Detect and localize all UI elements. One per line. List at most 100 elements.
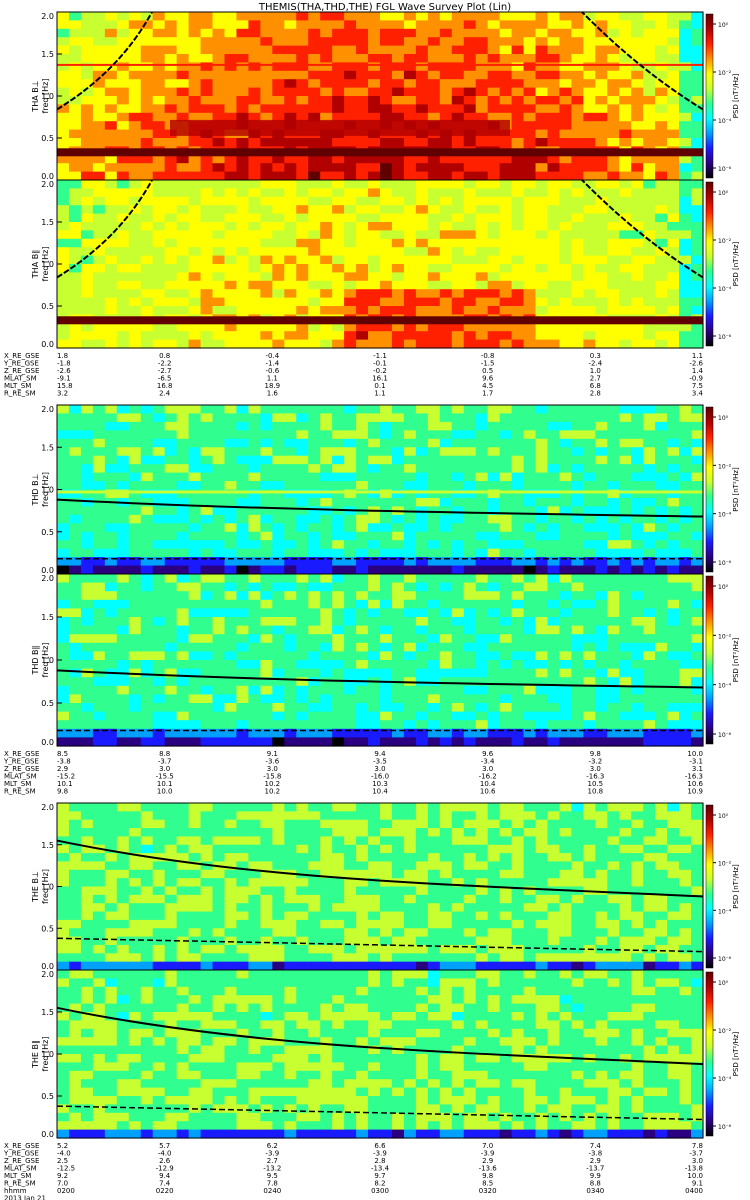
spectrogram-cell — [427, 565, 441, 575]
spectrogram-cell — [368, 514, 381, 524]
spectrogram-cell — [80, 421, 94, 431]
spectrogram-cell — [212, 540, 226, 550]
spectrogram-cell — [511, 87, 525, 97]
spectrogram-cell — [511, 531, 525, 541]
spectrogram-cell — [68, 523, 82, 533]
spectrogram-cell — [320, 188, 333, 198]
spectrogram-cell — [535, 20, 549, 30]
spectrogram-cell — [308, 297, 321, 307]
spectrogram-cell — [224, 936, 238, 946]
spectrogram-cell — [368, 737, 381, 747]
spectrogram-cell — [571, 45, 584, 55]
spectrogram-cell — [260, 180, 273, 189]
spectrogram-cell — [200, 264, 214, 273]
spectrogram-cell — [152, 238, 166, 248]
spectrogram-cell — [571, 87, 584, 97]
spectrogram-cell — [80, 811, 94, 821]
spectrogram-cell — [499, 12, 513, 21]
spectrogram-cell — [188, 642, 202, 652]
spectrogram-cell — [128, 247, 142, 257]
spectrogram-cell — [368, 255, 381, 265]
spectrogram-cell — [380, 205, 393, 215]
spectrogram-cell — [487, 642, 501, 652]
spectrogram-cell — [380, 96, 393, 105]
spectrogram-cell — [487, 37, 501, 47]
spectrogram-cell — [535, 213, 549, 223]
spectrogram-cell — [68, 506, 82, 516]
spectrogram-cell — [236, 264, 249, 273]
spectrogram-cell — [463, 634, 477, 644]
spectrogram-cell — [128, 405, 142, 415]
spectrogram-cell — [57, 861, 70, 871]
spectrogram-cell — [57, 289, 70, 299]
spectrogram-cell — [403, 79, 417, 89]
spectrogram-cell — [320, 591, 333, 601]
spectrogram-cell — [92, 121, 106, 131]
spectrogram-cell — [487, 163, 501, 173]
spectrogram-cell — [68, 819, 82, 829]
spectrogram-cell — [116, 737, 130, 747]
spectrogram-cell — [368, 413, 381, 423]
spectrogram-cell — [511, 497, 525, 507]
spectrogram-cell — [116, 911, 130, 921]
spectrogram-cell — [667, 608, 680, 618]
spectrogram-cell — [547, 430, 561, 440]
spectrogram-cell — [212, 104, 226, 114]
spectrogram-cell — [164, 919, 178, 929]
spectrogram-cell — [57, 685, 70, 695]
spectrogram-cell — [535, 574, 549, 584]
spectrogram-cell — [356, 171, 369, 181]
spectrogram-cell — [236, 903, 249, 913]
spectrogram-cell — [619, 574, 632, 584]
band-line — [57, 316, 703, 325]
spectrogram-cell — [260, 803, 273, 812]
spectrogram-cell — [368, 62, 381, 72]
spectrogram-cell — [463, 703, 477, 713]
spectrogram-cell — [116, 711, 130, 721]
spectrogram-cell — [272, 711, 285, 721]
spectrogram-cell — [415, 213, 429, 223]
spectrogram-cell — [427, 455, 441, 465]
spectrogram-cell — [152, 828, 166, 837]
spectrogram-cell — [320, 685, 333, 695]
spectrogram-cell — [332, 685, 345, 695]
spectrogram-cell — [475, 79, 489, 89]
spectrogram-cell — [415, 591, 429, 601]
spectrogram-cell — [272, 430, 285, 440]
spectrogram-cell — [116, 247, 130, 257]
spectrogram-cell — [320, 104, 333, 114]
colorbar-label: PSD [nT²/Hz] — [732, 467, 740, 512]
spectrogram-cell — [571, 306, 584, 315]
spectrogram-cell — [535, 565, 549, 575]
spectrogram-cell — [296, 651, 309, 661]
spectrogram-cell — [619, 497, 632, 507]
spectrogram-cell — [463, 306, 477, 315]
spectrogram-cell — [403, 548, 417, 558]
spectrogram-cell — [308, 264, 321, 273]
spectrogram-cell — [236, 62, 249, 72]
spectrogram-cell — [212, 54, 226, 63]
spectrogram-cell — [583, 430, 596, 440]
spectrogram-cell — [296, 87, 309, 97]
spectrogram-cell — [236, 961, 249, 971]
spectrogram-cell — [236, 844, 249, 854]
spectrogram-cell — [368, 238, 381, 248]
spectrogram-cell — [368, 339, 381, 349]
spectrogram-cell — [176, 306, 190, 315]
spectrogram-cell — [308, 497, 321, 507]
spectrogram-cell — [356, 481, 369, 491]
spectrogram-cell — [104, 634, 118, 644]
spectrogram-cell — [643, 28, 656, 38]
spectrogram-cell — [104, 514, 118, 524]
spectrogram-cell — [320, 339, 333, 349]
spectrogram-cell — [655, 677, 668, 687]
spectrogram-cell — [547, 711, 561, 721]
spectrogram-cell — [92, 919, 106, 929]
spectrogram-cell — [248, 430, 261, 440]
spectrogram-cell — [200, 944, 214, 954]
spectrogram-cell — [427, 247, 441, 257]
spectrogram-cell — [511, 514, 525, 524]
spectrogram-cell — [487, 238, 501, 248]
spectrogram-cell — [224, 188, 238, 198]
spectrogram-cell — [140, 171, 154, 181]
